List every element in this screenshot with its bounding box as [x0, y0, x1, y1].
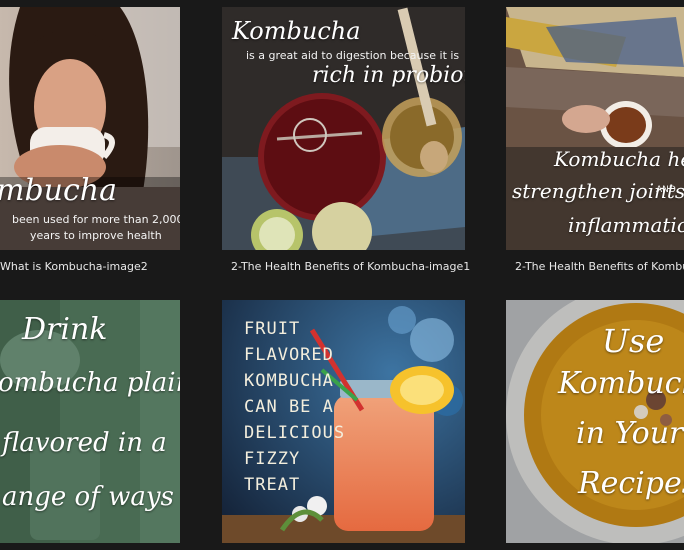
thumbnail-caption-3[interactable]: 2-The Health Benefits of Kombuc [515, 260, 684, 273]
overlay-line-4: ange of ways [2, 482, 174, 512]
overlay-line-1: FRUIT [244, 319, 301, 339]
overlay-line-1: Kombucha help [554, 147, 684, 171]
thumbnail-tile-6[interactable]: Use Kombucha in Your Recipes [506, 300, 684, 543]
overlay-title: mbucha [0, 173, 117, 208]
overlay-line-3: KOMBUCHA [244, 371, 334, 391]
thumbnail-caption-2[interactable]: 2-The Health Benefits of Kombucha-image1 [231, 260, 470, 273]
overlay-line-3: flavored in a [2, 428, 167, 458]
overlay-title: Kombucha [232, 17, 361, 45]
overlay-line-1: Use [602, 322, 665, 360]
overlay-line-2: ombucha plain [0, 368, 180, 398]
thumbnail-tile-1[interactable]: mbucha been used for more than 2,000 yea… [0, 7, 180, 250]
overlay-line-3: inflammatio [568, 213, 684, 237]
thumbnail-caption-1[interactable]: What is Kombucha-image2 [0, 260, 148, 273]
thumbnail-tile-2[interactable]: Kombucha is a great aid to digestion bec… [222, 7, 465, 250]
overlay-line-2: years to improve health [30, 229, 162, 242]
overlay-line-5: DELICIOUS [244, 423, 346, 443]
overlay-text-group: FRUIT FLAVORED KOMBUCHA CAN BE A DELICIO… [244, 316, 345, 498]
overlay-line-2-and: AND [656, 185, 676, 195]
overlay-line-1: is a great aid to digestion because it i… [246, 49, 460, 62]
overlay-line-1: been used for more than 2,000 [12, 213, 180, 226]
overlay-line-6: FIZZY [244, 449, 301, 469]
overlay-line-7: TREAT [244, 475, 301, 495]
thumbnail-tile-4[interactable]: Drink ombucha plain flavored in a ange o… [0, 300, 180, 543]
overlay-line-2: rich in probiotics [312, 63, 465, 88]
overlay-line-4: CAN BE A [244, 397, 334, 417]
overlay-line-2: FLAVORED [244, 345, 334, 365]
overlay-line-3: in Your [576, 416, 684, 451]
thumbnail-tile-3[interactable]: Kombucha help strengthen joints AND infl… [506, 7, 684, 250]
overlay-line-4: Recipes [578, 466, 684, 501]
thumbnail-tile-5[interactable]: FRUIT FLAVORED KOMBUCHA CAN BE A DELICIO… [222, 300, 465, 543]
overlay-line-2: Kombucha [558, 366, 684, 401]
overlay-line-1: Drink [22, 312, 108, 347]
